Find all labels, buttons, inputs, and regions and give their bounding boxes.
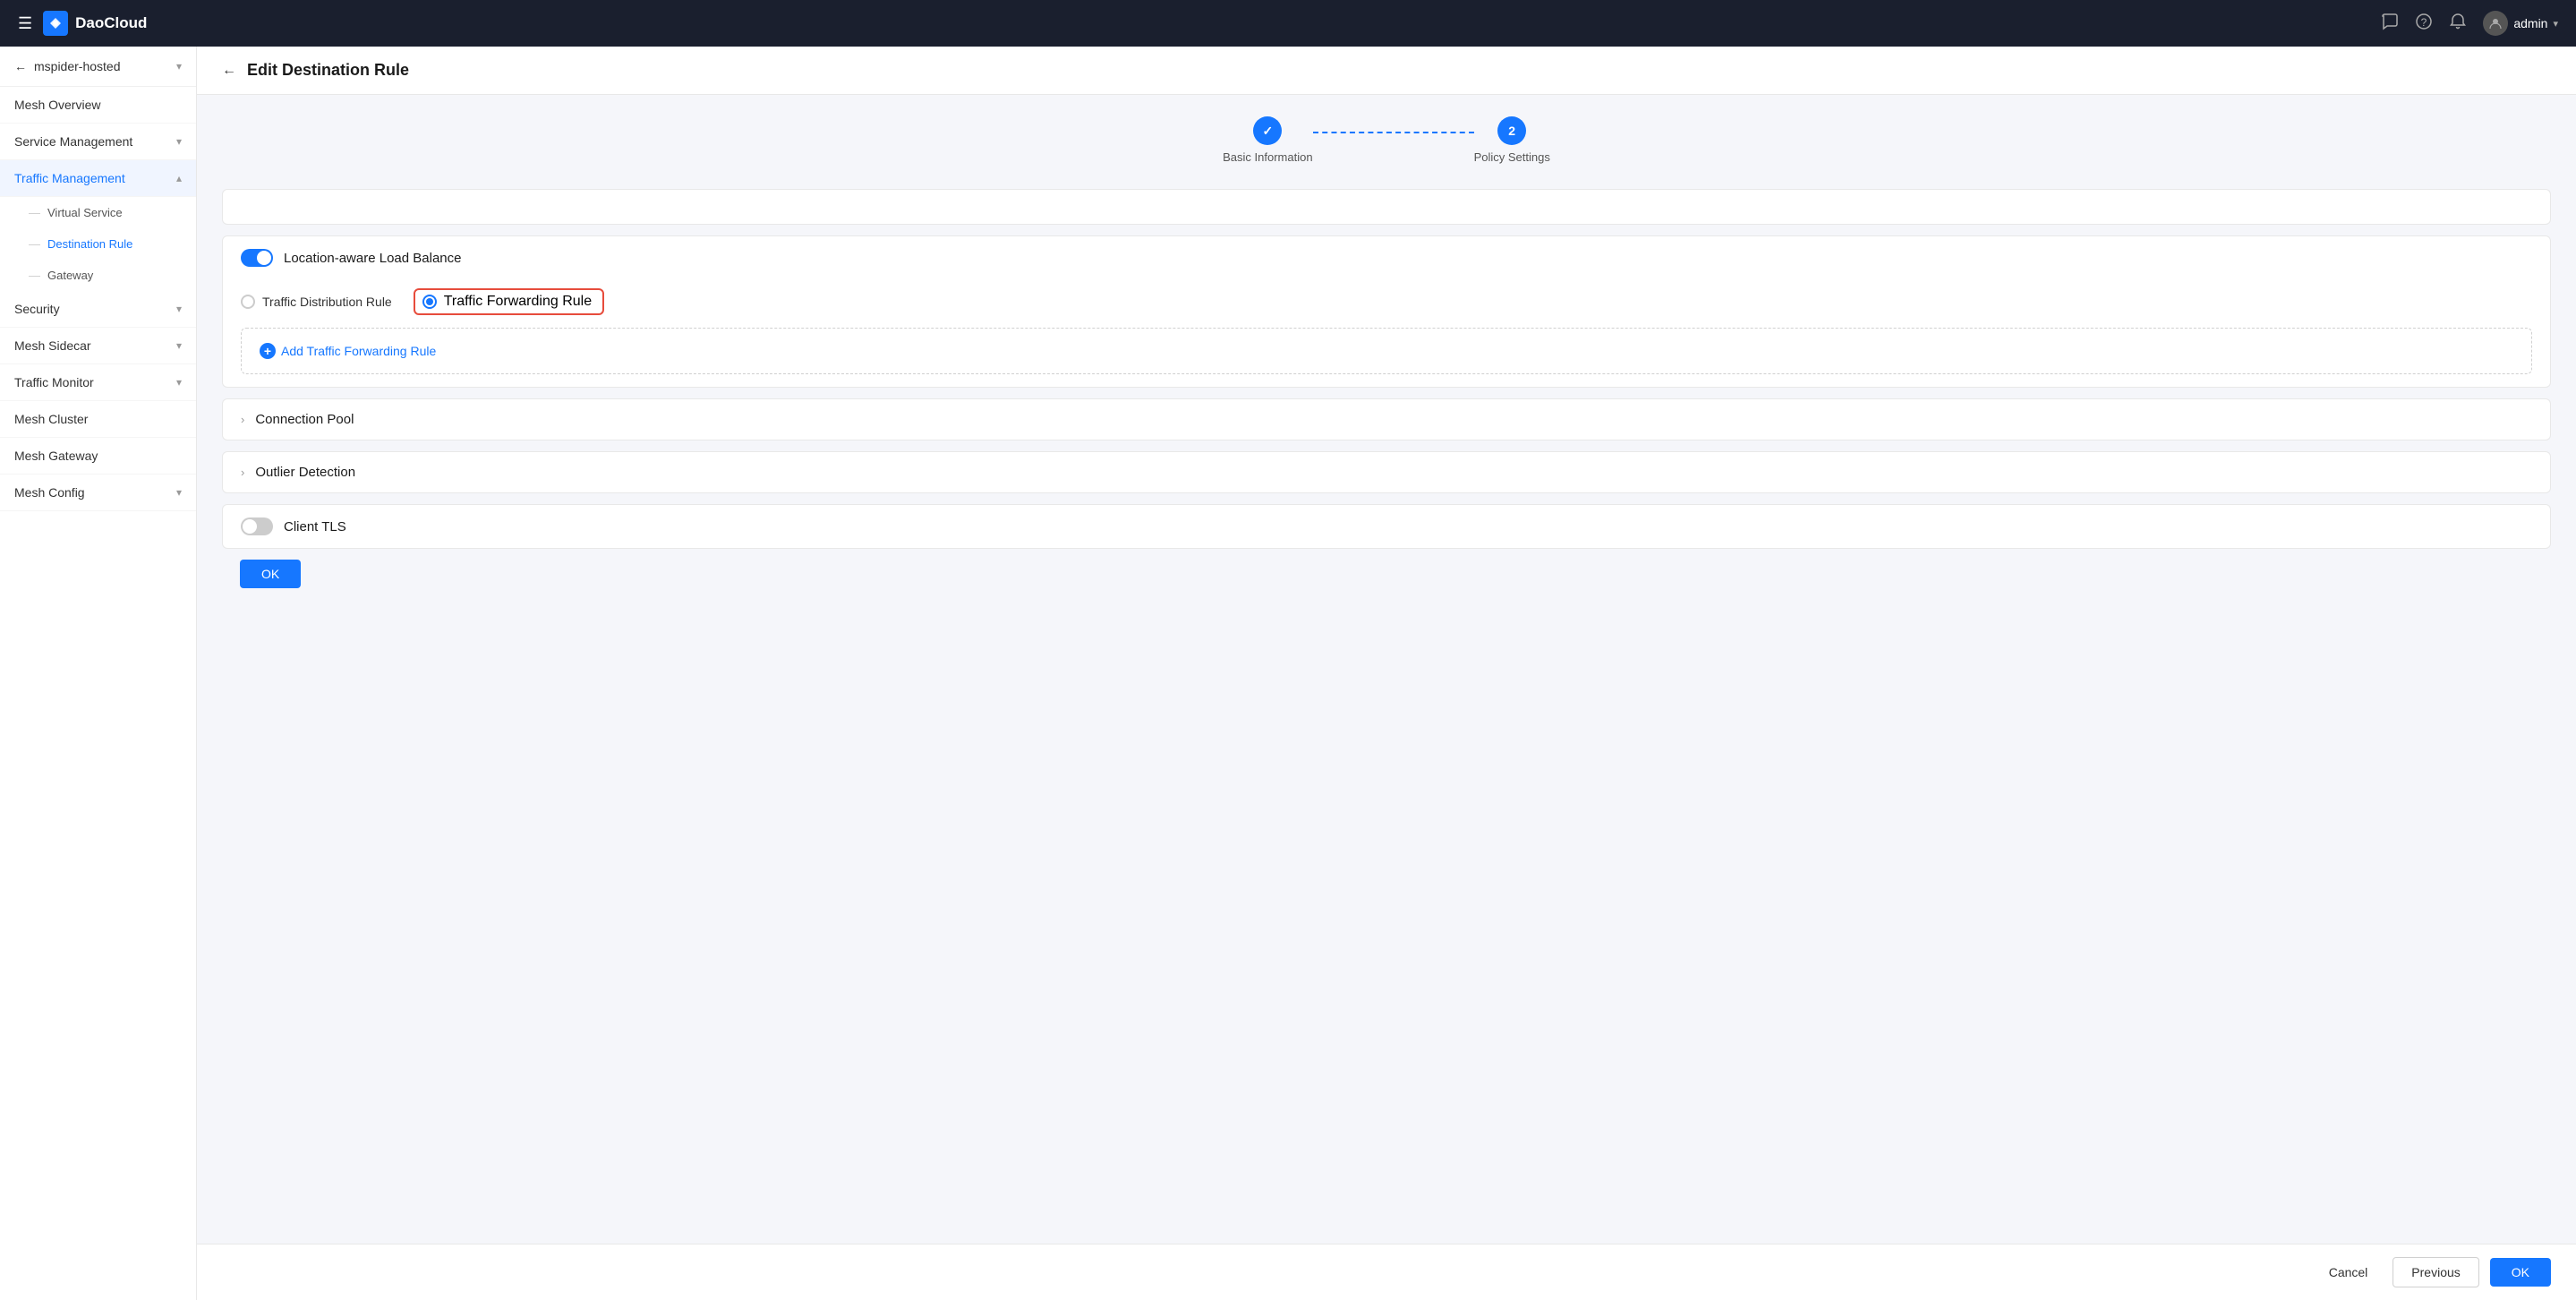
client-tls-toggle[interactable] <box>241 517 273 535</box>
connection-pool-title: Connection Pool <box>255 412 354 427</box>
page-title: Edit Destination Rule <box>247 61 409 80</box>
add-rule-plus-icon: + <box>260 343 276 359</box>
radio-circle-forwarding <box>422 295 437 309</box>
logo-icon <box>43 11 68 36</box>
svg-text:?: ? <box>2421 16 2427 29</box>
outlier-detection-header[interactable]: › Outlier Detection <box>223 452 2550 492</box>
radio-label-forwarding: Traffic Forwarding Rule <box>444 294 592 310</box>
load-balance-header: Location-aware Load Balance <box>223 236 2550 279</box>
sidebar-item-mesh-cluster[interactable]: Mesh Cluster <box>0 401 196 438</box>
service-management-chevron: ▾ <box>176 135 182 148</box>
radio-traffic-forwarding-highlight[interactable]: Traffic Forwarding Rule <box>414 288 604 315</box>
outlier-detection-section: › Outlier Detection <box>222 451 2551 493</box>
sidebar-item-mesh-overview[interactable]: Mesh Overview <box>0 87 196 124</box>
traffic-monitor-chevron: ▾ <box>176 376 182 389</box>
workspace-selector[interactable]: ← mspider-hosted ▾ <box>0 47 196 87</box>
sidebar-item-gateway[interactable]: — Gateway <box>0 260 196 291</box>
step-1: ✓ Basic Information <box>1223 116 1312 164</box>
page-header: ← Edit Destination Rule <box>197 47 2576 95</box>
sidebar-item-traffic-monitor[interactable]: Traffic Monitor ▾ <box>0 364 196 401</box>
client-tls-header: Client TLS <box>223 505 2550 548</box>
radio-traffic-distribution[interactable]: Traffic Distribution Rule <box>241 295 392 309</box>
sidebar-item-mesh-config[interactable]: Mesh Config ▾ <box>0 475 196 511</box>
load-balance-toggle[interactable] <box>241 249 273 267</box>
logo-text: DaoCloud <box>75 14 147 32</box>
previous-button[interactable]: Previous <box>2393 1257 2478 1287</box>
client-tls-title: Client TLS <box>284 519 346 535</box>
radio-group: Traffic Distribution Rule Traffic Forwar… <box>223 279 2550 328</box>
workspace-chevron: ▾ <box>176 60 182 73</box>
sidebar-item-traffic-management[interactable]: Traffic Management ▴ <box>0 160 196 197</box>
traffic-management-chevron: ▴ <box>176 172 182 184</box>
load-balance-section: Location-aware Load Balance Traffic Dist… <box>222 235 2551 388</box>
sidebar-item-security[interactable]: Security ▾ <box>0 291 196 328</box>
help-icon[interactable]: ? <box>2415 13 2433 35</box>
user-chevron: ▾ <box>2553 18 2558 30</box>
scroll-top-indicator <box>222 189 2551 225</box>
mesh-sidecar-chevron: ▾ <box>176 339 182 352</box>
sidebar-item-destination-rule[interactable]: — Destination Rule <box>0 228 196 260</box>
add-rule-button[interactable]: + Add Traffic Forwarding Rule <box>260 343 436 359</box>
page-content: ✓ Basic Information 2 Policy Settings Lo… <box>197 95 2576 1244</box>
page-back-button[interactable]: ← <box>222 63 236 79</box>
back-arrow: ← <box>14 59 27 73</box>
top-navigation: ☰ DaoCloud ? <box>0 0 2576 47</box>
step-connector <box>1313 132 1474 133</box>
connection-pool-header[interactable]: › Connection Pool <box>223 399 2550 440</box>
page-footer: Cancel Previous OK <box>197 1244 2576 1300</box>
radio-circle-distribution <box>241 295 255 309</box>
ok-button-inline[interactable]: OK <box>240 560 301 588</box>
sidebar-item-virtual-service[interactable]: — Virtual Service <box>0 197 196 228</box>
user-name: admin <box>2513 16 2547 30</box>
step-2: 2 Policy Settings <box>1474 116 1550 164</box>
connection-pool-section: › Connection Pool <box>222 398 2551 440</box>
bell-icon[interactable] <box>2449 13 2467 35</box>
radio-label-distribution: Traffic Distribution Rule <box>262 295 392 309</box>
sidebar: ← mspider-hosted ▾ Mesh Overview Service… <box>0 47 197 1300</box>
cancel-button[interactable]: Cancel <box>2315 1258 2383 1287</box>
user-avatar <box>2483 11 2508 36</box>
footer-ok-button[interactable]: OK <box>2490 1258 2551 1287</box>
outlier-detection-title: Outlier Detection <box>255 465 355 480</box>
main-area: ← Edit Destination Rule ✓ Basic Informat… <box>197 47 2576 1300</box>
nav-icons: ? admin ▾ <box>2381 11 2558 36</box>
workspace-label: mspider-hosted <box>34 59 169 73</box>
security-chevron: ▾ <box>176 303 182 315</box>
logo: DaoCloud <box>43 11 147 36</box>
step-1-label: Basic Information <box>1223 150 1312 164</box>
step-2-circle: 2 <box>1497 116 1526 145</box>
step-1-circle: ✓ <box>1253 116 1282 145</box>
outlier-detection-chevron: › <box>241 466 244 479</box>
user-menu[interactable]: admin ▾ <box>2483 11 2558 36</box>
add-rule-area[interactable]: + Add Traffic Forwarding Rule <box>241 328 2532 374</box>
sidebar-item-mesh-gateway[interactable]: Mesh Gateway <box>0 438 196 475</box>
sidebar-item-service-management[interactable]: Service Management ▾ <box>0 124 196 160</box>
chat-icon[interactable] <box>2381 13 2399 35</box>
add-rule-label: Add Traffic Forwarding Rule <box>281 344 436 358</box>
load-balance-title: Location-aware Load Balance <box>284 251 461 266</box>
step-2-label: Policy Settings <box>1474 150 1550 164</box>
connection-pool-chevron: › <box>241 413 244 426</box>
sidebar-item-mesh-sidecar[interactable]: Mesh Sidecar ▾ <box>0 328 196 364</box>
stepper: ✓ Basic Information 2 Policy Settings <box>222 116 2551 164</box>
mesh-config-chevron: ▾ <box>176 486 182 499</box>
client-tls-section: Client TLS <box>222 504 2551 549</box>
hamburger-menu[interactable]: ☰ <box>18 14 32 33</box>
